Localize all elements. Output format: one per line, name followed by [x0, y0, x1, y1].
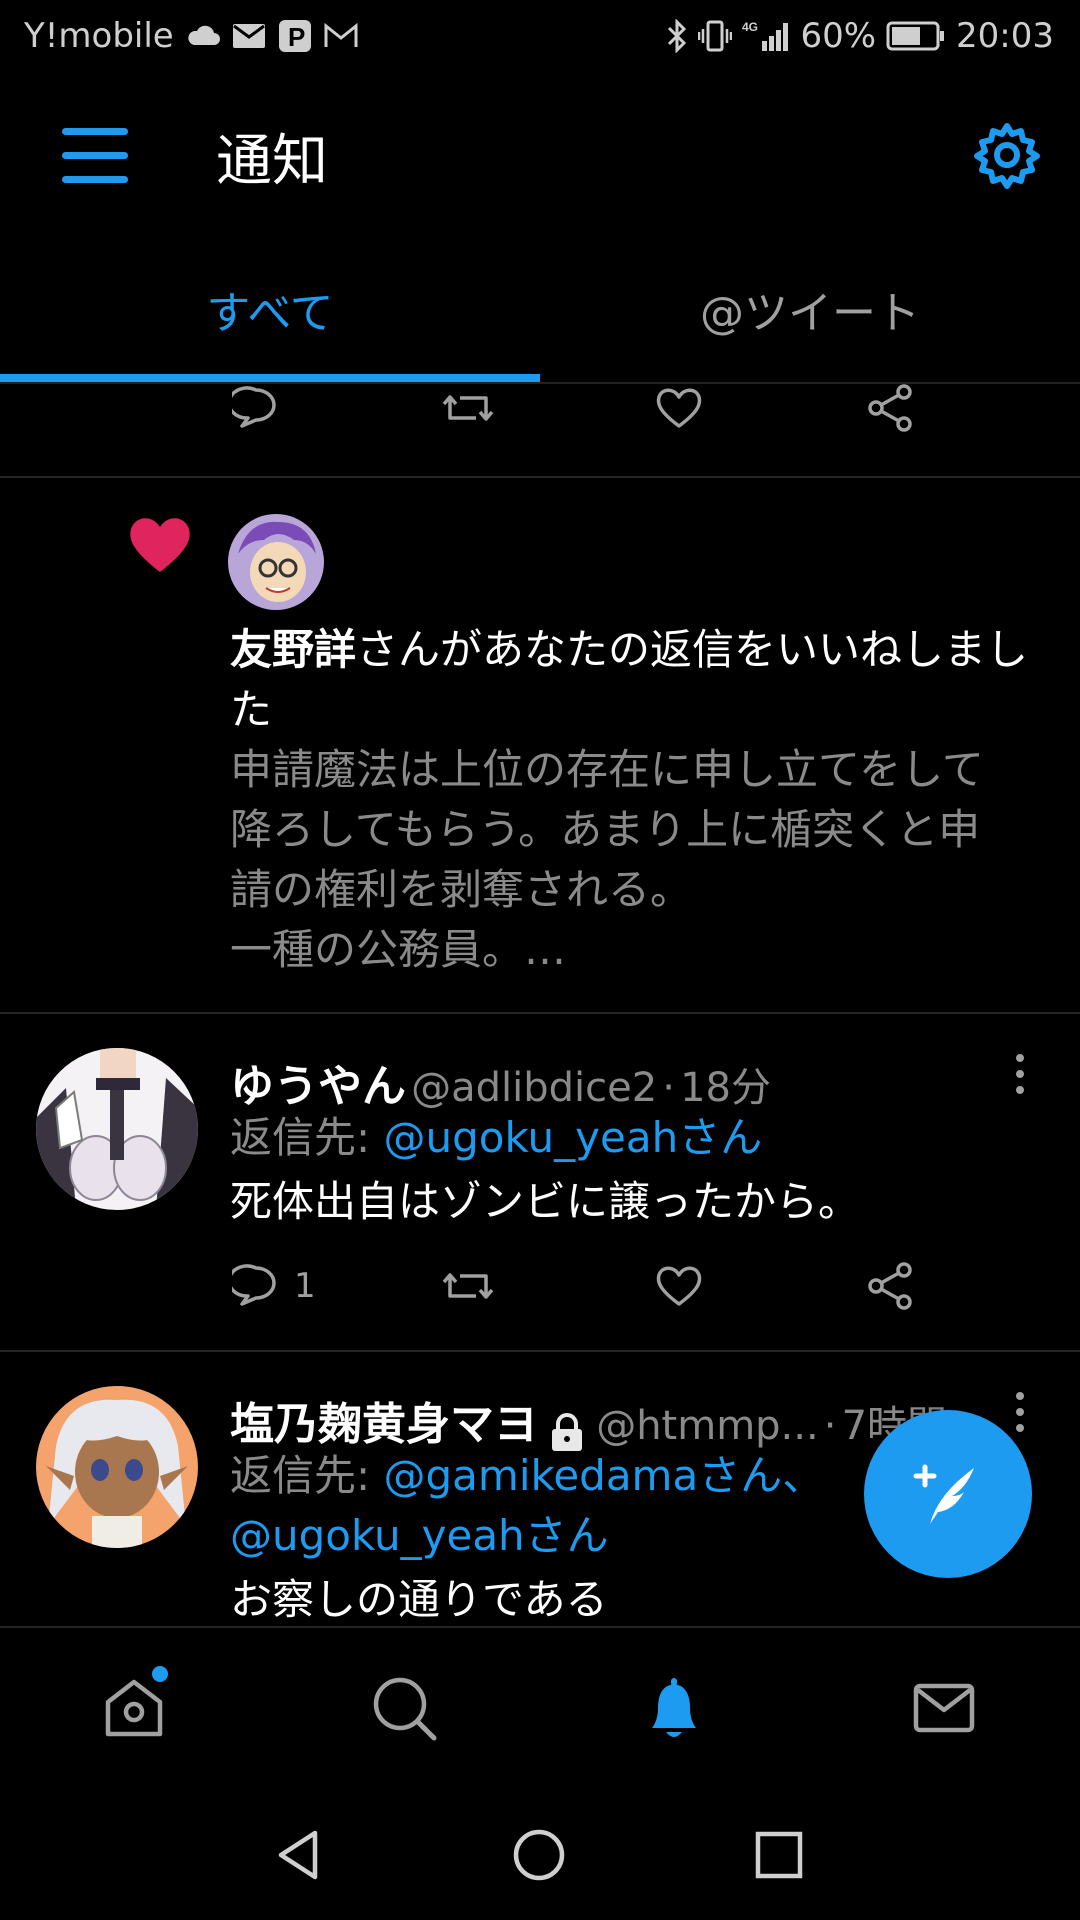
- gear-icon[interactable]: [972, 120, 1042, 190]
- more-options-icon[interactable]: [1016, 1392, 1028, 1440]
- compose-tweet-button[interactable]: [864, 1410, 1032, 1578]
- home-icon[interactable]: [94, 1666, 174, 1748]
- tweet-header: ゆうやん @adlibdice2 · 18分: [230, 1050, 990, 1114]
- search-icon[interactable]: [364, 1668, 444, 1748]
- reply-context: 返信先: @gamikedamaさん、: [230, 1446, 824, 1506]
- display-name[interactable]: ゆうやん: [230, 1061, 406, 1112]
- reply-to-mention[interactable]: @gamikedamaさん、: [384, 1451, 825, 1500]
- new-content-dot: [152, 1666, 168, 1682]
- divider: [0, 1012, 1080, 1014]
- avatar[interactable]: [228, 514, 324, 610]
- retweet-icon[interactable]: [440, 384, 496, 432]
- heart-icon[interactable]: [654, 384, 704, 432]
- reply-icon: [232, 1264, 276, 1306]
- reply-count: 1: [294, 1266, 316, 1306]
- reply-to-mention[interactable]: @ugoku_yeahさん: [384, 1113, 763, 1162]
- avatar[interactable]: [36, 1048, 198, 1210]
- retweet-icon[interactable]: [440, 1262, 496, 1310]
- more-options-icon[interactable]: [1016, 1054, 1028, 1102]
- notification-text: 友野詳さんがあなたの返信をいいねしました: [230, 620, 1050, 740]
- divider: [0, 476, 1080, 478]
- system-navigation: [0, 1790, 1080, 1920]
- share-icon[interactable]: [866, 1262, 916, 1310]
- bottom-navigation: [0, 1626, 1080, 1790]
- quoted-line: 一種の公務員。…: [230, 925, 567, 974]
- handle[interactable]: @adlibdice2: [411, 1065, 657, 1111]
- svg-text:P: P: [288, 22, 305, 52]
- tweet-actions: [0, 384, 1080, 464]
- meta-separator: ·: [823, 1403, 837, 1449]
- reply-prefix: 返信先:: [230, 1451, 384, 1500]
- divider: [0, 1350, 1080, 1352]
- heart-icon[interactable]: [654, 1262, 704, 1310]
- battery-percent: 60%: [800, 16, 877, 56]
- tweet-text: 死体出自はゾンビに譲ったから。: [230, 1177, 861, 1226]
- tab-all[interactable]: すべて: [0, 236, 540, 382]
- quoted-line: 降ろしてもらう。あまり上に楯突くと申: [230, 805, 981, 854]
- battery-icon: [886, 21, 946, 51]
- tweet-text: お察しの通りである: [230, 1575, 608, 1624]
- notification-tabs: すべて @ツイート: [0, 236, 1080, 384]
- mail-status-icon: [232, 23, 266, 49]
- hamburger-menu-icon[interactable]: [62, 128, 128, 184]
- bell-icon[interactable]: [634, 1668, 714, 1748]
- signal-icon: 4G: [742, 19, 790, 53]
- svg-text:4G: 4G: [742, 20, 758, 34]
- app-header: 通知: [0, 76, 1080, 236]
- handle[interactable]: @htmmp...: [596, 1403, 819, 1449]
- clock: 20:03: [956, 16, 1054, 56]
- reply-button[interactable]: 1: [232, 1262, 316, 1310]
- back-icon[interactable]: [264, 1820, 334, 1890]
- tab-mentions[interactable]: @ツイート: [540, 236, 1080, 382]
- display-name[interactable]: 塩乃麹黄身マヨ: [230, 1399, 538, 1450]
- reply-prefix: 返信先:: [230, 1113, 384, 1162]
- gmail-icon: [324, 23, 358, 49]
- quoted-line: 請の権利を剥奪される。: [230, 865, 693, 914]
- reply-to-mention[interactable]: @ugoku_yeahさん: [230, 1506, 609, 1566]
- p-app-icon: P: [278, 19, 312, 53]
- home-circle-icon[interactable]: [504, 1820, 574, 1890]
- share-icon[interactable]: [866, 384, 916, 432]
- compose-tweet-icon: [913, 1464, 974, 1524]
- timestamp: 18分: [680, 1065, 771, 1111]
- bluetooth-icon: [666, 19, 688, 53]
- avatar[interactable]: [36, 1386, 198, 1548]
- carrier-label: Y!mobile: [24, 16, 174, 56]
- meta-separator: ·: [662, 1065, 675, 1111]
- active-tab-indicator: [0, 374, 540, 382]
- status-bar: Y!mobile P 4G 60% 20:03: [0, 0, 1080, 76]
- cloud-icon: [186, 25, 220, 47]
- reply-context: 返信先: @ugoku_yeahさん: [230, 1108, 762, 1168]
- liker-name[interactable]: 友野詳: [230, 625, 356, 674]
- tweet-actions: 1: [0, 1262, 1080, 1342]
- quoted-line: 申請魔法は上位の存在に申し立てをして: [230, 745, 984, 794]
- heart-filled-icon: [128, 514, 192, 574]
- recents-icon[interactable]: [744, 1820, 814, 1890]
- reply-icon[interactable]: [232, 384, 280, 432]
- vibrate-icon: [698, 19, 733, 53]
- liked-reply-text: 申請魔法は上位の存在に申し立てをして 降ろしてもらう。あまり上に楯突くと申 請の…: [230, 740, 1050, 980]
- page-title: 通知: [216, 129, 328, 194]
- mail-icon[interactable]: [904, 1668, 984, 1748]
